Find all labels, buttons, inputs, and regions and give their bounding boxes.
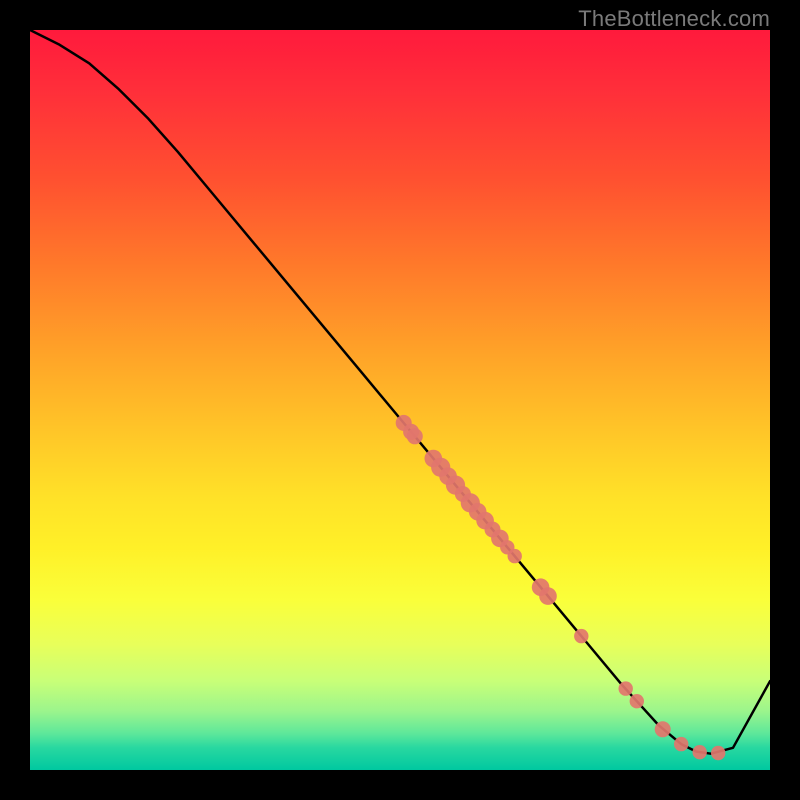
chart-frame: TheBottleneck.com	[0, 0, 800, 800]
data-point	[693, 745, 707, 759]
data-point	[630, 694, 644, 708]
data-point	[711, 746, 725, 760]
data-point	[619, 681, 633, 695]
data-point	[574, 629, 588, 643]
plot-area	[30, 30, 770, 770]
data-point	[508, 549, 522, 563]
data-point	[674, 737, 688, 751]
data-point	[539, 587, 557, 605]
watermark-text: TheBottleneck.com	[578, 6, 770, 32]
chart-svg	[30, 30, 770, 770]
data-markers	[396, 415, 726, 760]
data-point	[655, 721, 671, 737]
curve-line	[30, 30, 770, 754]
data-point	[407, 428, 423, 444]
